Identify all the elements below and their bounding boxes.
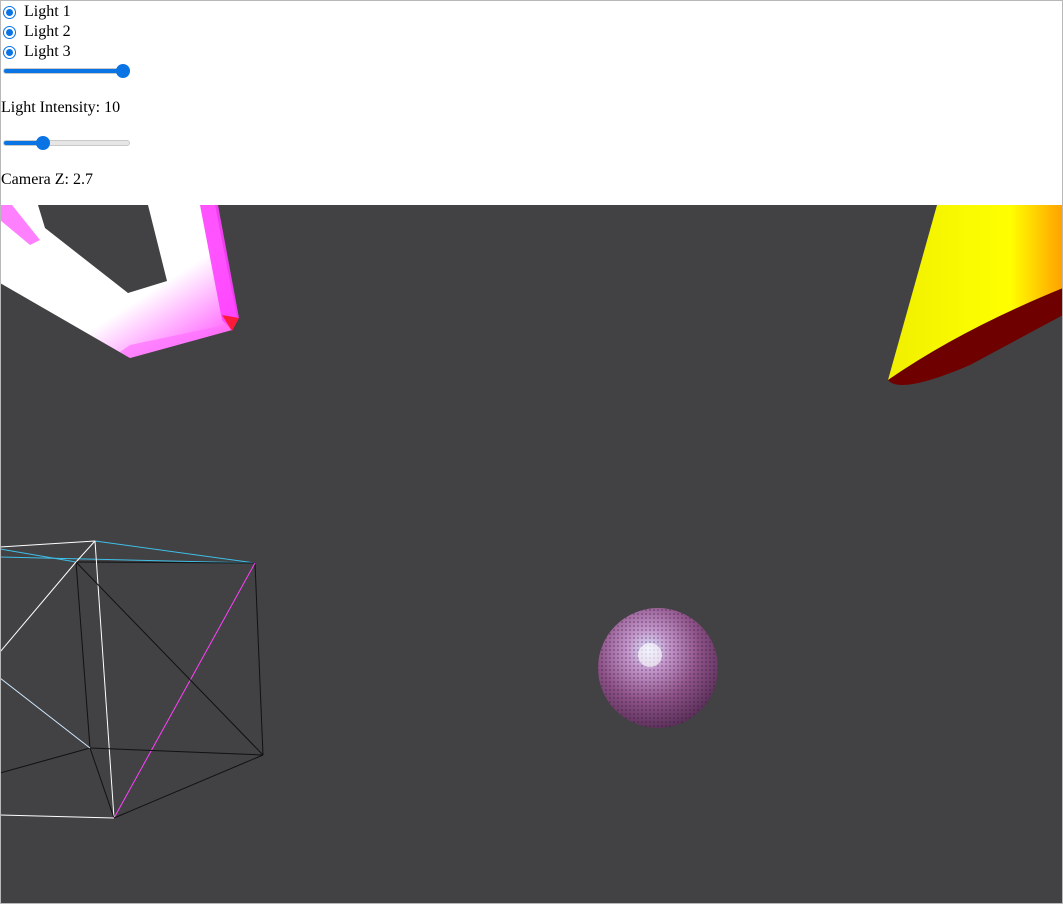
light-3-label: Light 3 — [24, 43, 71, 60]
slider-fill — [4, 69, 124, 73]
light-3-option[interactable]: Light 3 — [3, 42, 71, 62]
light-1-label: Light 1 — [24, 3, 71, 20]
cone-mesh — [888, 205, 1063, 385]
3d-viewport[interactable] — [0, 205, 1063, 904]
slider-thumb[interactable] — [116, 64, 130, 78]
torus-knot-mesh — [0, 205, 239, 358]
sphere-mesh — [598, 608, 718, 728]
light-2-label: Light 2 — [24, 23, 71, 40]
light-intensity-readout: Light Intensity: 10 — [1, 99, 121, 116]
light-2-radio[interactable] — [3, 25, 16, 39]
camera-z-slider[interactable] — [3, 135, 130, 151]
wireframe-cube — [0, 540, 264, 819]
scene-canvas — [0, 205, 1063, 819]
slider-track — [3, 68, 130, 74]
slider-track — [3, 140, 130, 146]
camera-z-readout: Camera Z: 2.7 — [1, 171, 93, 188]
slider-thumb[interactable] — [35, 136, 50, 150]
light-3-radio[interactable] — [3, 45, 16, 59]
light-intensity-slider[interactable] — [3, 63, 130, 79]
controls-panel: Light 1 Light 2 Light 3 Light Intensity:… — [0, 0, 1063, 205]
light-2-option[interactable]: Light 2 — [3, 22, 71, 42]
light-1-radio[interactable] — [3, 5, 16, 19]
light-1-option[interactable]: Light 1 — [3, 2, 71, 22]
